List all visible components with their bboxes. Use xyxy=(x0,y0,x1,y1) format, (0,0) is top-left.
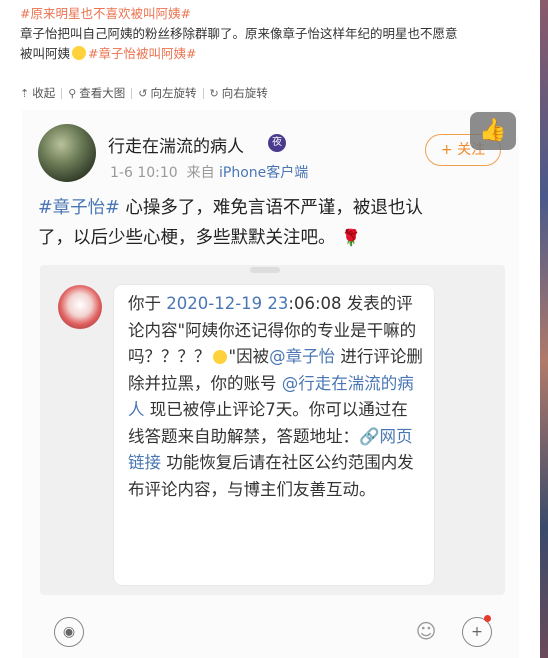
notice-text: 你于 2020-12-19 23:06:08 发表的评论内容"阿姨你还记得你的专… xyxy=(128,294,423,499)
post-body-line: 被叫阿姨 xyxy=(20,46,71,61)
rose-icon: 🌹 xyxy=(341,228,361,247)
username: 行走在湍流的病人 xyxy=(108,137,244,157)
view-large-button[interactable]: ⚲ 查看大图 xyxy=(68,85,125,101)
post-date: 1-6 10:10 xyxy=(110,165,178,181)
background-strip xyxy=(540,0,548,658)
collapse-icon: ⇡ xyxy=(20,86,30,100)
date-link: 2020-12-19 23 xyxy=(166,294,289,313)
emoji-face-icon: ☺ xyxy=(415,619,437,643)
system-notice: 你于 2020-12-19 23:06:08 发表的评论内容"阿姨你还记得你的专… xyxy=(40,265,505,595)
voice-icon: ◉ xyxy=(54,617,84,647)
post-body-line: 章子怡把叫自己阿姨的粉丝移除群聊了。原来像章子怡这样年纪的明星也不愿意 xyxy=(20,26,458,41)
search-icon: ⚲ xyxy=(68,86,77,100)
screenshot-body: #章子怡# 心操多了，难免言语不严谨，被退也认 了，以后少些心梗，多些默默关注吧… xyxy=(38,198,423,248)
rotate-left-icon: ↺ xyxy=(138,86,148,100)
system-avatar xyxy=(58,285,102,329)
notification-dot xyxy=(484,615,491,622)
collapse-button[interactable]: ⇡ 收起 xyxy=(20,85,55,101)
rotate-right-button[interactable]: ↻ 向右旋转 xyxy=(210,85,268,101)
topic-tag[interactable]: #原来明星也不喜欢被叫阿姨# xyxy=(20,6,191,21)
emoji-icon xyxy=(72,46,87,60)
image-toolbar: ⇡ 收起 ⚲ 查看大图 ↺ 向左旋转 ↻ 向右旋转 xyxy=(20,80,525,106)
crying-emoji-icon xyxy=(212,350,227,364)
message-bubble: 你于 2020-12-19 23:06:08 发表的评论内容"阿姨你还记得你的专… xyxy=(114,285,434,585)
topic-tag: #章子怡# xyxy=(38,198,120,218)
screenshot-card: 行走在湍流的病人 夜 1-6 10:10 来自 iPhone客户端 + 关注 👍… xyxy=(22,110,519,658)
like-thumb-icon[interactable]: 👍 xyxy=(470,112,516,150)
mention-link: @章子怡 xyxy=(269,347,336,366)
post-source: iPhone客户端 xyxy=(219,165,309,181)
topic-tag[interactable]: #章子怡被叫阿姨# xyxy=(88,46,196,61)
post-meta: 1-6 10:10 来自 iPhone客户端 xyxy=(110,165,309,181)
avatar xyxy=(38,124,96,182)
vip-badge-icon: 夜 xyxy=(268,134,286,152)
post-image[interactable]: 行走在湍流的病人 夜 1-6 10:10 来自 iPhone客户端 + 关注 👍… xyxy=(22,110,519,658)
rotate-left-button[interactable]: ↺ 向左旋转 xyxy=(138,85,196,101)
chat-input-bar: ◉ ☺ + xyxy=(22,605,519,658)
link-icon: 🔗 xyxy=(359,426,380,446)
post-text: #原来明星也不喜欢被叫阿姨# 章子怡把叫自己阿姨的粉丝移除群聊了。原来像章子怡这… xyxy=(20,4,525,64)
rotate-right-icon: ↻ xyxy=(209,86,219,100)
